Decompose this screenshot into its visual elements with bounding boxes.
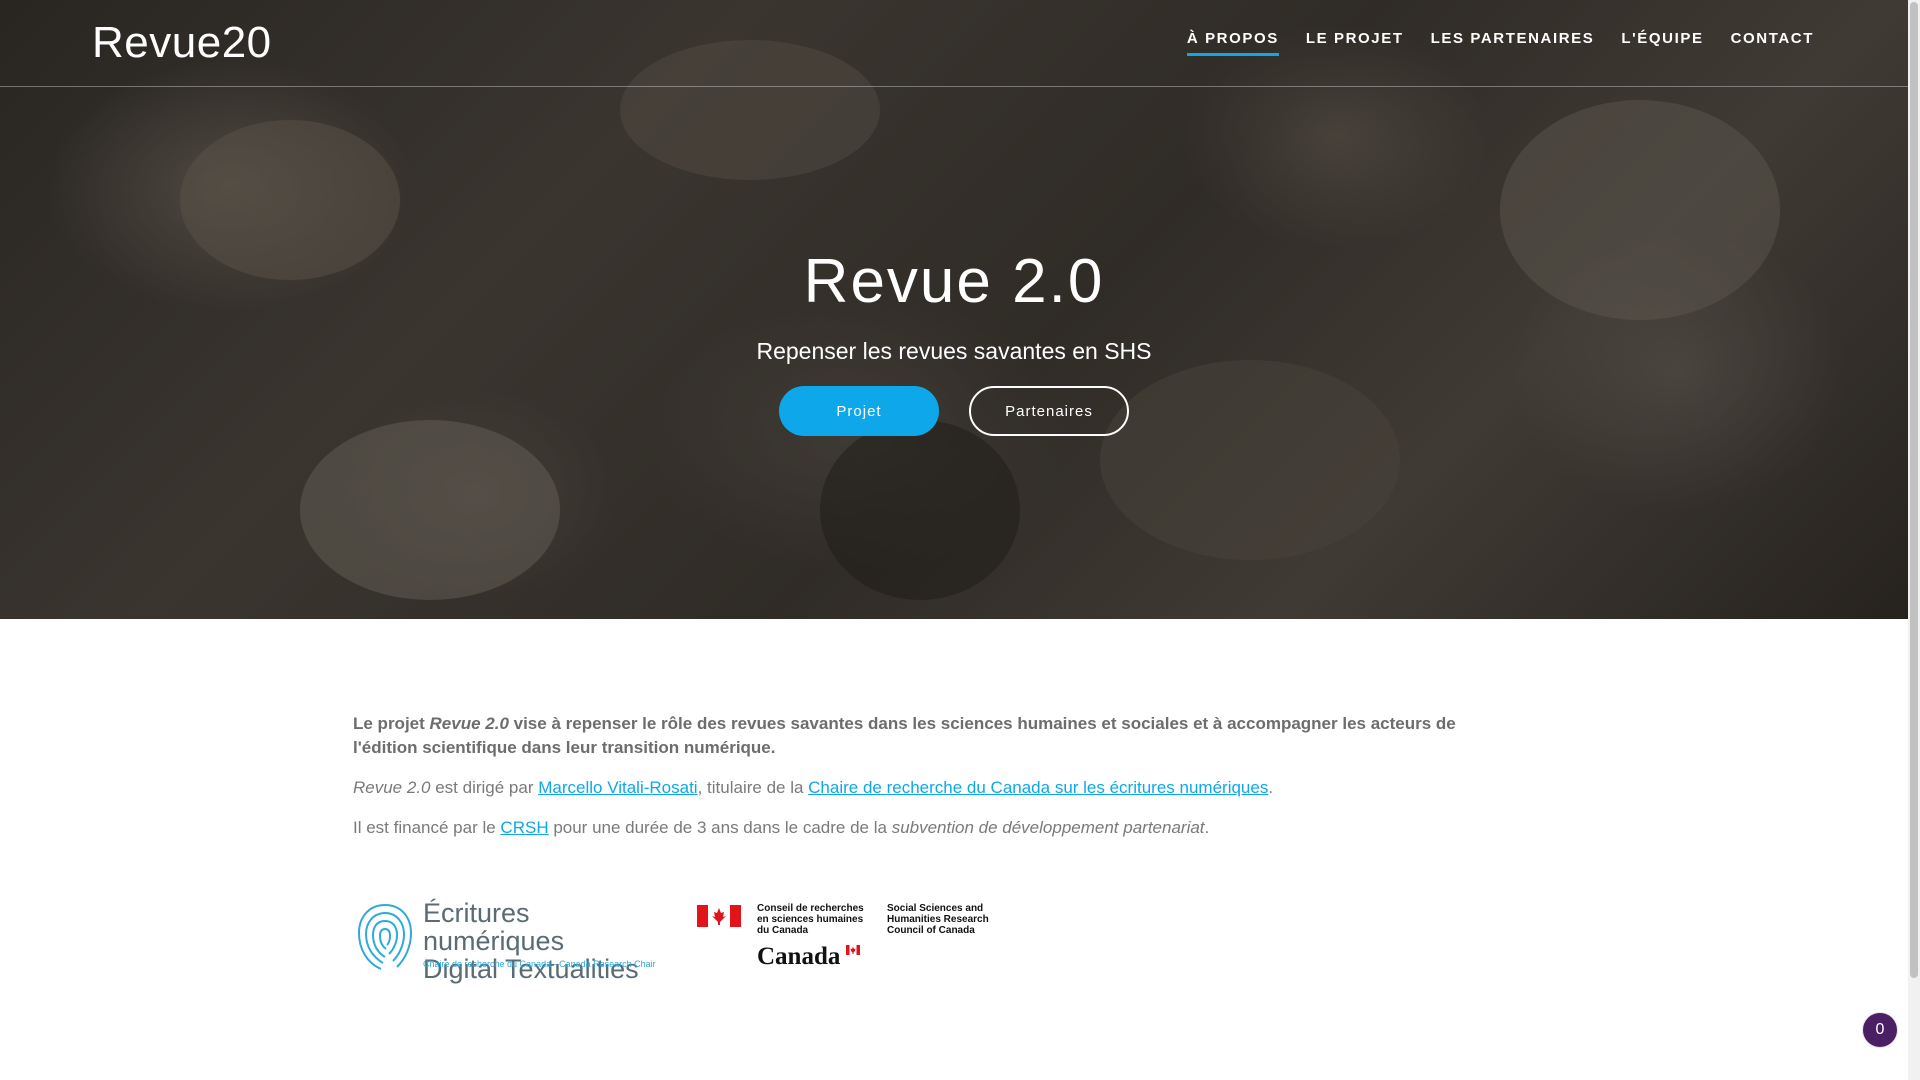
canada-wordmark-flag-icon — [846, 945, 860, 955]
projet-button[interactable]: Projet — [779, 386, 939, 436]
director-link[interactable]: Marcello Vitali-Rosati — [538, 778, 697, 797]
hero-title: Revue 2.0 — [803, 247, 1105, 316]
intro-project-name: Revue 2.0 — [429, 714, 509, 733]
nav-item-a-propos[interactable]: À PROPOS — [1186, 30, 1279, 56]
funding-text-3: . — [1204, 818, 1210, 837]
site-logo[interactable]: Revue20 — [92, 18, 272, 68]
nav-item-contact[interactable]: CONTACT — [1731, 30, 1814, 56]
intro-prefix: Le projet — [353, 714, 430, 733]
canada-flag-icon — [697, 905, 741, 927]
director-text-2: , titulaire de la — [697, 778, 809, 797]
director-paragraph: Revue 2.0 est dirigé par Marcello Vitali… — [353, 776, 1493, 800]
director-text-1: est dirigé par — [430, 778, 539, 797]
crsh-logo[interactable]: Conseil de recherches en sciences humain… — [697, 897, 993, 973]
navbar: Revue20 À PROPOS LE PROJET LES PARTENAIR… — [0, 0, 1908, 87]
nav-item-equipe[interactable]: L'ÉQUIPE — [1621, 30, 1703, 56]
intro-text: vise à repenser le rôle des revues savan… — [353, 714, 1456, 757]
crsh-english-name: Social Sciences and Humanities Research … — [887, 903, 989, 936]
about-content: Le projet Revue 2.0 vise à repenser le r… — [353, 712, 1493, 856]
ecritures-numeriques-logo[interactable]: Écritures numériques Digital Textualitie… — [353, 897, 656, 983]
funding-text-2: pour une durée de 3 ans dans le cadre de… — [548, 818, 892, 837]
crsh-french-line2: en sciences humaines — [757, 914, 864, 925]
director-project-name: Revue 2.0 — [353, 778, 431, 797]
crsh-french-line1: Conseil de recherches — [757, 903, 864, 914]
crsh-english-line3: Council of Canada — [887, 925, 975, 936]
partner-logos: Écritures numériques Digital Textualitie… — [353, 897, 993, 983]
partenaires-button[interactable]: Partenaires — [969, 386, 1129, 436]
funding-paragraph: Il est financé par le CRSH pour une duré… — [353, 816, 1493, 840]
notification-badge[interactable]: 0 — [1862, 1012, 1898, 1048]
ecritures-logo-subtitle: Chaire de recherche du Canada - Canada R… — [423, 959, 656, 969]
hero-subtitle: Repenser les revues savantes en SHS — [756, 338, 1152, 364]
crsh-english-line1: Social Sciences and — [887, 903, 984, 914]
director-text-3: . — [1268, 778, 1274, 797]
scrollbar-thumb[interactable] — [1910, 2, 1918, 978]
hero-content: Revue 2.0 Repenser les revues savantes e… — [0, 0, 1908, 619]
chair-link[interactable]: Chaire de recherche du Canada sur les éc… — [808, 778, 1268, 797]
page-scrollbar[interactable] — [1908, 0, 1920, 1080]
page: Revue20 À PROPOS LE PROJET LES PARTENAIR… — [0, 0, 1920, 1080]
crsh-english-line2: Humanities Research — [887, 914, 989, 925]
intro-paragraph: Le projet Revue 2.0 vise à repenser le r… — [353, 712, 1493, 760]
crsh-french-name: Conseil de recherches en sciences humain… — [757, 903, 864, 936]
nav-item-le-projet[interactable]: LE PROJET — [1306, 30, 1404, 56]
crsh-french-line3: du Canada — [757, 925, 809, 936]
canada-wordmark: Canada — [757, 943, 841, 970]
funding-grant-name: subvention de développement partenariat — [891, 818, 1205, 837]
ecritures-logo-line1: Écritures numériques — [423, 898, 565, 956]
ecritures-logo-text: Écritures numériques Digital Textualitie… — [423, 899, 655, 983]
nav-item-les-partenaires[interactable]: LES PARTENAIRES — [1431, 30, 1595, 56]
main-nav: À PROPOS LE PROJET LES PARTENAIRES L'ÉQU… — [1186, 30, 1814, 56]
funding-text-1: Il est financé par le — [353, 818, 501, 837]
fingerprint-icon — [357, 904, 413, 970]
hero-section: Revue20 À PROPOS LE PROJET LES PARTENAIR… — [0, 0, 1908, 619]
crsh-link[interactable]: CRSH — [500, 818, 548, 837]
hero-buttons: Projet Partenaires — [0, 386, 1908, 436]
